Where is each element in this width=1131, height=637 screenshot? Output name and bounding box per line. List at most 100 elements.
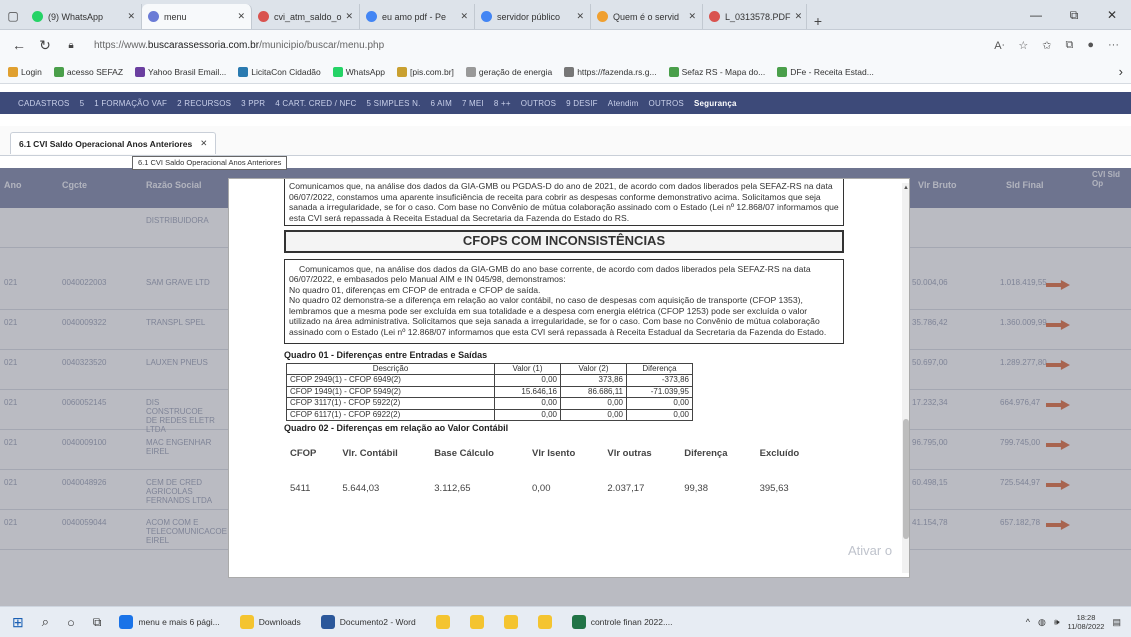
scroll-thumb[interactable] [903, 419, 909, 539]
menu-item[interactable]: Atendim [608, 99, 639, 108]
tab-favicon-icon [258, 11, 269, 22]
more-icon[interactable]: ··· [1108, 39, 1119, 52]
tab-favicon-icon [148, 11, 159, 22]
task-view-icon[interactable]: ⧉ [89, 609, 106, 635]
taskbar-app[interactable] [534, 609, 556, 635]
bookmark-item[interactable]: Yahoo Brasil Email... [135, 66, 226, 77]
menu-item[interactable]: 8 ++ [494, 99, 511, 108]
bookmark-label: LicitaCon Cidadão [251, 66, 321, 77]
collections-icon[interactable]: ⧉ [1065, 39, 1073, 52]
close-tab-icon[interactable]: ✕ [456, 11, 468, 22]
modal-scrollbar[interactable]: ▲ [902, 183, 909, 573]
taskbar: ⊞ ⌕ ○ ⧉ menu e mais 6 pági... Downloads Do… [0, 606, 1131, 637]
menu-item[interactable]: CADASTROS [18, 99, 70, 108]
menu-item[interactable]: 2 RECURSOS [177, 99, 231, 108]
q1-cell: -71.039,95 [626, 385, 693, 398]
q1-header: Descrição [286, 362, 495, 375]
tab-title: cvi_atm_saldo_o [274, 11, 342, 22]
menu-item[interactable]: 1 FORMAÇÃO VAF [94, 99, 167, 108]
clock[interactable]: 18:28 11/08/2022 [1068, 613, 1105, 631]
browser-tab[interactable]: menu ✕ [142, 4, 252, 29]
menu-item[interactable]: 5 [80, 99, 85, 108]
cortana-icon[interactable]: ○ [63, 609, 79, 635]
network-icon[interactable]: ◍ [1038, 617, 1046, 628]
search-icon[interactable]: ⌕ [38, 609, 53, 635]
page-tab-label: 6.1 CVI Saldo Operacional Anos Anteriore… [19, 138, 193, 149]
favorite-star-icon[interactable]: ☆ [1018, 39, 1028, 52]
taskbar-app[interactable]: controle finan 2022.... [568, 609, 677, 635]
bookmark-item[interactable]: https://fazenda.rs.g... [564, 66, 657, 77]
back-icon[interactable]: ← [6, 37, 32, 53]
close-tab-icon[interactable]: ✕ [684, 11, 696, 22]
bookmarks-bar: Login acesso SEFAZ Yahoo Brasil Email... Li… [0, 60, 1131, 84]
menu-item[interactable]: Segurança [694, 99, 737, 108]
windows-start-icon[interactable]: ⊞ [8, 609, 28, 635]
taskbar-app-icon [435, 615, 450, 629]
q1-cell: CFOP 2949(1) - CFOP 6949(2) [286, 374, 495, 387]
taskbar-app[interactable] [500, 609, 522, 635]
browser-tab[interactable]: cvi_atm_saldo_o ✕ [252, 4, 360, 29]
browser-tab[interactable]: eu amo pdf - Pe ✕ [360, 4, 475, 29]
close-tab-icon[interactable]: ✕ [342, 11, 354, 22]
profile-icon[interactable]: ● [1087, 39, 1094, 52]
scroll-up-icon[interactable]: ▲ [902, 185, 909, 191]
browser-tab[interactable]: (9) WhatsApp ✕ [26, 4, 142, 29]
menu-item[interactable]: 5 SIMPLES N. [367, 99, 421, 108]
volume-icon[interactable]: 🕪︎ [1054, 617, 1060, 628]
menu-item[interactable]: OUTROS [649, 99, 684, 108]
report-content: Comunicamos que, na análise dos dados da… [284, 179, 844, 494]
browser-tab[interactable]: Quem é o servid ✕ [591, 4, 703, 29]
quadro02-title: Quadro 02 - Diferenças em relação ao Val… [284, 423, 509, 433]
tab-title: Quem é o servid [613, 11, 680, 22]
menu-item[interactable]: 6 AIM [431, 99, 452, 108]
browser-tab[interactable]: L_0313578.PDF ✕ [703, 4, 807, 29]
close-window-icon[interactable]: ✕ [1093, 8, 1131, 22]
menu-item[interactable]: 7 MEI [462, 99, 484, 108]
page-tab-cvi[interactable]: 6.1 CVI Saldo Operacional Anos Anteriore… [10, 132, 217, 154]
clock-date: 11/08/2022 [1067, 622, 1105, 631]
url-domain: buscarassessoria.com.br [147, 39, 260, 51]
bookmark-item[interactable]: LicitaCon Cidadão [238, 66, 321, 77]
bookmark-item[interactable]: acesso SEFAZ [53, 66, 123, 77]
minimize-icon[interactable]: — [1017, 8, 1055, 22]
close-tab-icon[interactable]: ✕ [123, 11, 135, 22]
close-tab-icon[interactable]: ✕ [791, 11, 803, 22]
lock-icon[interactable]: 🔒︎ [58, 40, 84, 51]
menu-item[interactable]: OUTROS [521, 99, 556, 108]
bookmark-item[interactable]: [pis.com.br] [396, 66, 454, 77]
menu-item[interactable]: 9 DESIF [566, 99, 598, 108]
taskbar-app[interactable] [432, 609, 454, 635]
page-tabs: 6.1 CVI Saldo Operacional Anos Anteriore… [0, 126, 1131, 156]
quadro02-table: CFOP Vlr. Contábil Base Cálculo Vlr Isento V… [284, 442, 824, 495]
q1-cell: 86.686,11 [560, 385, 627, 398]
bookmark-item[interactable]: DFe - Receita Estad... [777, 66, 874, 77]
reload-icon[interactable]: ↻ [32, 37, 58, 54]
taskbar-app[interactable]: menu e mais 6 pági... [115, 609, 223, 635]
restore-icon[interactable]: ⧉ [1055, 8, 1093, 23]
taskbar-app[interactable] [466, 609, 488, 635]
bookmark-item[interactable]: Login [8, 66, 42, 77]
menu-item[interactable]: 4 CART. CRED / NFC [275, 99, 356, 108]
tab-favicon-icon [481, 11, 492, 22]
bookmarks-more-icon[interactable]: › [1119, 64, 1123, 79]
new-tab-button[interactable]: + [807, 13, 829, 29]
bookmark-item[interactable]: Sefaz RS - Mapa do... [668, 66, 765, 77]
tray-chevron-icon[interactable]: ^ [1026, 617, 1030, 627]
notifications-icon[interactable]: ▤ [1112, 617, 1121, 628]
url-field[interactable]: https://www.buscarassessoria.com.br/muni… [94, 40, 994, 51]
tab-actions-icon[interactable]: ▢ [0, 3, 26, 29]
favorites-icon[interactable]: ✩ [1042, 39, 1051, 52]
bookmark-item[interactable]: geração de energia [465, 66, 552, 77]
bookmark-item[interactable]: WhatsApp [332, 66, 385, 77]
menu-item[interactable]: 3 PPR [241, 99, 265, 108]
q2-cell: 395,63 [759, 482, 789, 494]
intro-box: Comunicamos que, na análise dos dados da… [284, 179, 844, 226]
close-tab-icon[interactable]: ✕ [233, 11, 245, 22]
read-aloud-icon[interactable]: Aᐧ [994, 39, 1004, 52]
browser-tab[interactable]: servidor público ✕ [475, 4, 591, 29]
close-tab-icon[interactable]: ✕ [572, 11, 584, 22]
taskbar-app[interactable]: Documento2 - Word [317, 609, 420, 635]
tab-favicon-icon [366, 11, 377, 22]
close-tab-icon[interactable]: ✕ [200, 138, 207, 149]
taskbar-app[interactable]: Downloads [236, 609, 305, 635]
